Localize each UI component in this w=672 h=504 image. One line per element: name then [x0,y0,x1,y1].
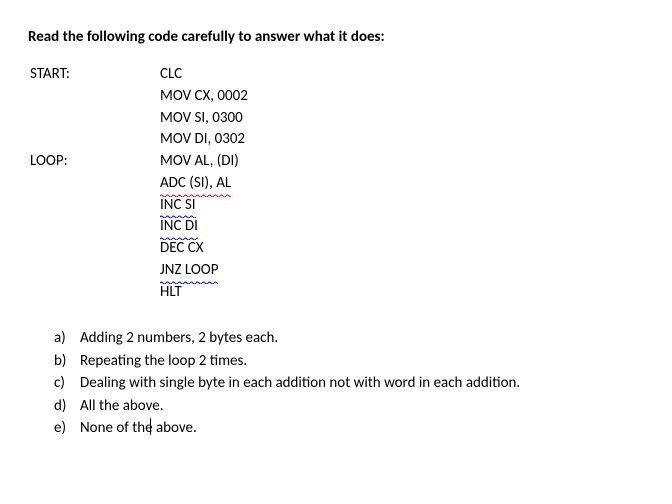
code-label: LOOP: [30,151,160,173]
code-text: HLT [160,283,182,301]
code-row: LOOP:MOV AL, (DI) [30,151,248,173]
code-label [30,216,160,238]
code-instruction: INC SI [160,195,248,217]
option-letter: d) [54,395,80,418]
code-instruction: MOV AL, (DI) [160,151,248,173]
option-row: e)None of the above. [54,417,644,440]
code-instruction: MOV DI, 0302 [160,129,248,151]
code-label [30,260,160,282]
code-block: START:CLCMOV CX, 0002MOV SI, 0300MOV DI,… [30,64,248,303]
code-label [30,173,160,195]
code-text: JNZ LOOP [160,260,218,282]
code-instruction: HLT [160,282,248,304]
code-row: MOV CX, 0002 [30,86,248,108]
code-text: MOV DI, 0302 [160,130,245,148]
code-text: DEC CX [160,239,204,257]
code-label [30,129,160,151]
option-text: Repeating the loop 2 times. [80,350,247,373]
code-instruction: MOV CX, 0002 [160,86,248,108]
option-letter: e) [54,417,80,440]
code-text: MOV AL, (DI) [160,152,239,170]
code-row: HLT [30,282,248,304]
code-text: INC SI [160,195,196,217]
text-cursor: the [132,417,152,440]
code-label [30,195,160,217]
code-row: MOV DI, 0302 [30,129,248,151]
option-letter: b) [54,350,80,373]
code-text: INC DI [160,216,198,238]
code-row: INC DI [30,216,248,238]
code-text: MOV CX, 0002 [160,87,248,105]
code-row: DEC CX [30,238,248,260]
option-row: d)All the above. [54,395,644,418]
code-text: MOV SI, 0300 [160,109,243,127]
option-text: Dealing with single byte in each additio… [80,372,520,395]
code-instruction: INC DI [160,216,248,238]
code-row: INC SI [30,195,248,217]
code-row: JNZ LOOP [30,260,248,282]
code-label [30,282,160,304]
code-label [30,86,160,108]
code-text: CLC [160,65,182,83]
code-row: ADC (SI), AL [30,173,248,195]
option-row: a)Adding 2 numbers, 2 bytes each. [54,327,644,350]
question-title: Read the following code carefully to ans… [28,28,644,46]
code-instruction: DEC CX [160,238,248,260]
option-letter: c) [54,372,80,395]
option-text: Adding 2 numbers, 2 bytes each. [80,327,278,350]
option-text: All the above. [80,395,164,418]
option-row: c)Dealing with single byte in each addit… [54,372,644,395]
code-instruction: ADC (SI), AL [160,173,248,195]
code-instruction: MOV SI, 0300 [160,108,248,130]
code-instruction: CLC [160,64,248,86]
code-text: ADC (SI), AL [160,173,231,195]
code-row: MOV SI, 0300 [30,108,248,130]
code-label [30,238,160,260]
option-letter: a) [54,327,80,350]
code-instruction: JNZ LOOP [160,260,248,282]
option-text: None of the above. [80,417,197,440]
code-row: START:CLC [30,64,248,86]
code-label: START: [30,64,160,86]
option-row: b)Repeating the loop 2 times. [54,350,644,373]
options-list: a)Adding 2 numbers, 2 bytes each.b)Repea… [54,327,644,440]
code-label [30,108,160,130]
